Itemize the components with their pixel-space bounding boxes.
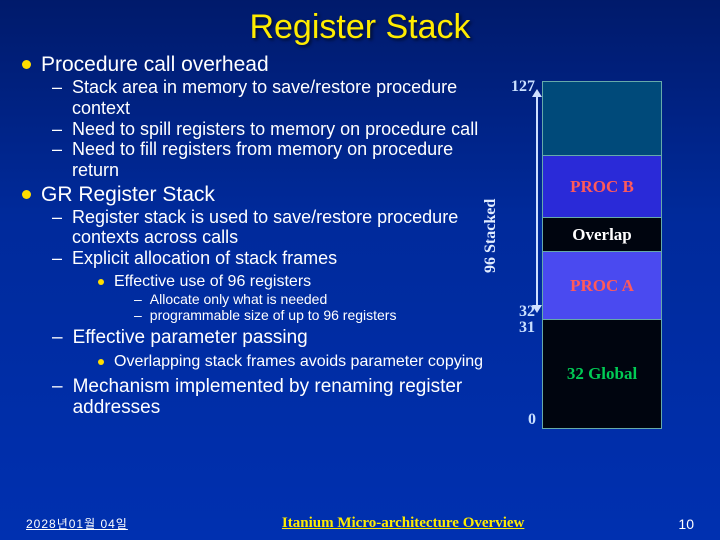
param-sub: Overlapping stack frames avoids paramete… — [114, 353, 483, 371]
sec1-item: Stack area in memory to save/restore pro… — [72, 77, 488, 118]
dash-icon: – — [52, 207, 62, 228]
sec1-item: Need to spill registers to memory on pro… — [72, 119, 478, 140]
bullet-icon — [98, 359, 104, 365]
slide-title: Register Stack — [18, 8, 702, 47]
bullet-icon — [22, 190, 31, 199]
dash-icon: – — [134, 307, 142, 323]
dash-icon: – — [52, 327, 63, 349]
dash-icon: – — [134, 291, 142, 307]
range-arrow — [536, 89, 538, 313]
content-area: Procedure call overhead –Stack area in m… — [18, 53, 702, 433]
section1-heading: Procedure call overhead — [41, 53, 269, 77]
footer-title: Itanium Micro-architecture Overview — [128, 515, 679, 532]
text-column: Procedure call overhead –Stack area in m… — [18, 53, 488, 433]
seg-overlap: Overlap — [543, 218, 661, 252]
reg-label-0: 0 — [528, 411, 536, 429]
bullet-icon — [98, 279, 104, 285]
dash-icon: – — [52, 119, 62, 140]
bullet-icon — [22, 60, 31, 69]
slide-number: 10 — [678, 516, 694, 532]
dash-icon: – — [52, 376, 63, 398]
dash-icon: – — [52, 139, 62, 160]
stacked-label: 96 Stacked — [482, 199, 500, 273]
dash-icon: – — [52, 248, 62, 269]
section2-heading: GR Register Stack — [41, 183, 215, 207]
reg-label-31: 31 — [519, 319, 535, 337]
reg-label-127: 127 — [511, 78, 535, 96]
stack-box: PROC B Overlap PROC A 32 Global — [542, 81, 662, 429]
dash-icon: – — [52, 77, 62, 98]
footer: 2028년01월 04일 Itanium Micro-architecture … — [0, 515, 720, 532]
effective-label: Effective use of 96 registers — [114, 273, 311, 291]
seg-global: 32 Global — [543, 320, 661, 428]
footer-date: 2028년01월 04일 — [26, 515, 128, 532]
sec2-item: Explicit allocation of stack frames — [72, 248, 337, 269]
effective-item: programmable size of up to 96 registers — [150, 307, 397, 323]
slide: Register Stack Procedure call overhead –… — [0, 0, 720, 540]
param-label: Effective parameter passing — [73, 327, 308, 349]
sec1-item: Need to fill registers from memory on pr… — [72, 139, 488, 180]
sec2-item: Register stack is used to save/restore p… — [72, 207, 488, 248]
diagram-column: 96 Stacked 127 32 31 0 PROC B Overlap PR… — [488, 53, 688, 433]
effective-item: Allocate only what is needed — [150, 291, 327, 307]
seg-procb: PROC B — [543, 156, 661, 218]
mechanism-text: Mechanism implemented by renaming regist… — [73, 376, 488, 420]
seg-empty — [543, 82, 661, 156]
arrow-line — [536, 95, 538, 307]
register-stack-diagram: 96 Stacked 127 32 31 0 PROC B Overlap PR… — [488, 81, 668, 433]
seg-proca: PROC A — [543, 252, 661, 320]
